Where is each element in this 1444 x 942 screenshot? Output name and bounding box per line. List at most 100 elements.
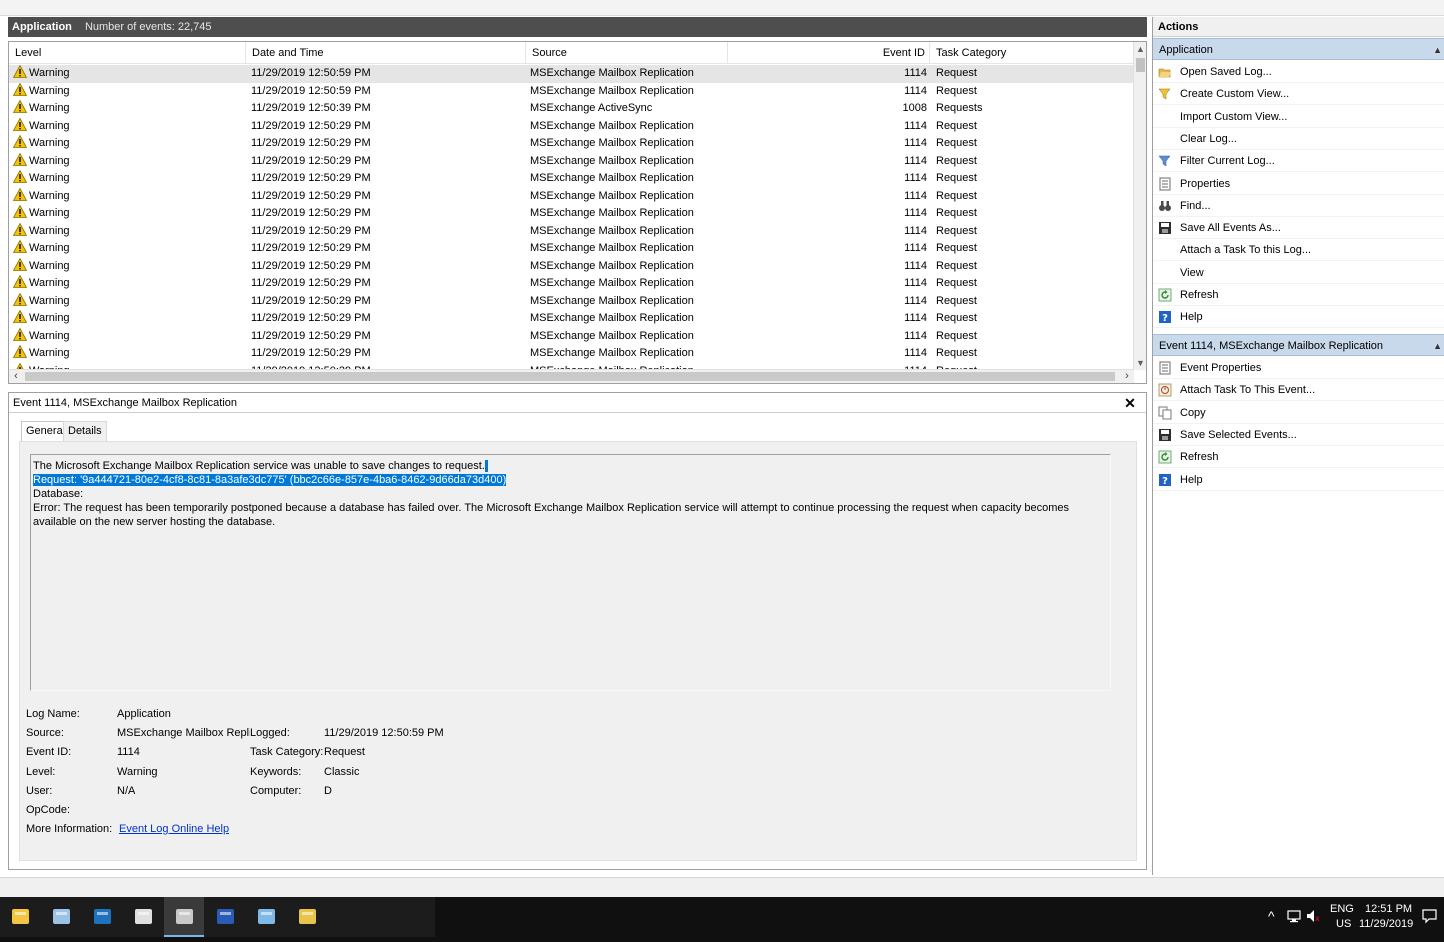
actions-header: Actions <box>1153 17 1444 37</box>
action-open-saved-log[interactable]: Open Saved Log... <box>1153 61 1444 83</box>
column-header-level[interactable]: Level <box>9 42 246 64</box>
cell-date: 11/29/2019 12:50:39 PM <box>251 102 371 114</box>
cell-level: Warning <box>13 257 245 276</box>
action-refresh[interactable]: Refresh <box>1153 446 1444 469</box>
scroll-up-icon[interactable]: ▲ <box>1134 42 1146 56</box>
action-find[interactable]: Find... <box>1153 195 1444 217</box>
horizontal-scrollbar[interactable]: ‹ › <box>9 369 1134 383</box>
action-label: Refresh <box>1180 451 1219 464</box>
clock-date[interactable]: 11/29/2019 <box>1359 918 1413 930</box>
scroll-left-icon[interactable]: ‹ <box>9 370 23 383</box>
action-save-selected-events[interactable]: Save Selected Events... <box>1153 424 1444 446</box>
label-log-name: Log Name: <box>26 708 80 720</box>
actions-section-event[interactable]: Event 1114, MSExchange Mailbox Replicati… <box>1153 334 1444 356</box>
taskbar-app-button[interactable] <box>287 897 327 937</box>
column-header-source[interactable]: Source <box>526 42 728 64</box>
event-log-online-help-link[interactable]: Event Log Online Help <box>119 823 229 835</box>
action-attach-a-task-to-this-log[interactable]: Attach a Task To this Log... <box>1153 239 1444 262</box>
action-help[interactable]: ? Help <box>1153 306 1444 329</box>
actions-section-application[interactable]: Application ▲ <box>1153 38 1444 60</box>
action-import-custom-view[interactable]: Import Custom View... <box>1153 106 1444 128</box>
cell-source: MSExchange Mailbox Replication <box>530 119 694 132</box>
table-row[interactable]: Warning 11/29/2019 12:50:29 PM MSExchange … <box>9 275 1134 293</box>
table-row[interactable]: Warning 11/29/2019 12:50:29 PM MSExchange … <box>9 205 1134 223</box>
taskbar-app-button[interactable] <box>123 897 163 937</box>
taskbar-app-button[interactable] <box>82 897 122 937</box>
cell-task-category: Request <box>936 154 977 167</box>
cell-level: Warning <box>13 82 245 101</box>
cell-source: MSExchange Mailbox Replication <box>530 312 694 324</box>
scroll-right-icon[interactable]: › <box>1120 370 1134 383</box>
action-view[interactable]: View <box>1153 262 1444 284</box>
table-row[interactable]: Warning 11/29/2019 12:50:59 PM MSExchange … <box>9 65 1134 83</box>
event-description[interactable]: The Microsoft Exchange Mailbox Replicati… <box>30 454 1111 691</box>
taskbar-app-button[interactable] <box>164 897 204 937</box>
cell-source: MSExchange Mailbox Replication <box>530 154 694 167</box>
warning-icon <box>13 257 27 271</box>
action-properties[interactable]: Properties <box>1153 173 1444 195</box>
action-filter-current-log[interactable]: Filter Current Log... <box>1153 150 1444 173</box>
column-header-task-category[interactable]: Task Category <box>930 42 1134 64</box>
action-copy[interactable]: Copy <box>1153 402 1444 424</box>
scroll-thumb[interactable] <box>1136 58 1145 72</box>
warning-icon <box>13 345 27 358</box>
column-header-event-id[interactable]: Event ID <box>728 42 930 64</box>
table-row[interactable]: Warning 11/29/2019 12:50:29 PM MSExchange … <box>9 187 1134 206</box>
refresh-icon <box>1158 450 1172 464</box>
taskbar-app-button[interactable] <box>205 897 245 937</box>
table-row[interactable]: Warning 11/29/2019 12:50:29 PM MSExchange … <box>9 257 1134 276</box>
action-create-custom-view[interactable]: Create Custom View... <box>1153 83 1444 106</box>
action-event-properties[interactable]: Event Properties <box>1153 357 1444 379</box>
table-row[interactable]: Warning 11/29/2019 12:50:29 PM MSExchange … <box>9 152 1134 171</box>
table-row[interactable]: Warning 11/29/2019 12:50:29 PM MSExchange … <box>9 310 1134 328</box>
cell-task-category: Request <box>936 329 977 342</box>
cell-level: Warning <box>13 100 245 118</box>
action-refresh[interactable]: Refresh <box>1153 284 1444 306</box>
action-label: Attach Task To This Event... <box>1180 384 1316 397</box>
taskbar-app-button[interactable] <box>0 897 40 937</box>
table-row[interactable]: Warning 11/29/2019 12:50:29 PM MSExchange … <box>9 292 1134 311</box>
table-row[interactable]: Warning 11/29/2019 12:50:29 PM MSExchange … <box>9 222 1134 241</box>
hscroll-thumb[interactable] <box>25 372 1115 381</box>
table-row[interactable]: Warning 11/29/2019 12:50:29 PM MSExchange … <box>9 345 1134 363</box>
help-icon: ? <box>1159 473 1171 487</box>
event-count: Number of events: 22,745 <box>84 21 212 33</box>
cell-event-id: 1114 <box>904 119 927 132</box>
action-save-all-events-as[interactable]: Save All Events As... <box>1153 217 1444 240</box>
events-list[interactable]: Level Date and Time Source Event ID Task… <box>8 41 1147 384</box>
collapse-caret-icon[interactable]: ▲ <box>1433 39 1442 61</box>
action-attach-task-to-this-event[interactable]: Attach Task To This Event... <box>1153 379 1444 402</box>
action-help[interactable]: ? Help <box>1153 469 1444 491</box>
table-row[interactable]: Warning 11/29/2019 12:50:29 PM MSExchange … <box>9 327 1134 346</box>
table-row[interactable]: Warning 11/29/2019 12:50:29 PM MSExchange … <box>9 170 1134 188</box>
network-icon[interactable] <box>1287 910 1303 923</box>
actions-pane: Actions Application ▲ Open Saved Log... C… <box>1152 17 1444 875</box>
table-row[interactable]: Warning 11/29/2019 12:50:39 PM MSExchange … <box>9 100 1134 118</box>
collapse-caret-icon[interactable]: ▲ <box>1433 335 1442 357</box>
table-row[interactable]: Warning 11/29/2019 12:50:29 PM MSExchange … <box>9 135 1134 153</box>
event-viewer-icon <box>176 909 193 924</box>
vertical-scrollbar[interactable]: ▲ ▼ <box>1133 42 1146 370</box>
table-row[interactable]: Warning 11/29/2019 12:50:59 PM MSExchange … <box>9 82 1134 101</box>
clock-time[interactable]: 12:51 PM <box>1365 903 1412 915</box>
cell-level: Warning <box>13 187 245 206</box>
region-label[interactable]: US <box>1336 918 1351 930</box>
copy-icon <box>1158 406 1172 420</box>
taskbar-app-button[interactable] <box>41 897 81 937</box>
svg-text:x: x <box>1315 914 1320 923</box>
table-row[interactable]: Warning 11/29/2019 12:50:29 PM MSExchange … <box>9 240 1134 258</box>
table-row[interactable]: Warning 11/29/2019 12:50:29 PM MSExchange … <box>9 117 1134 136</box>
column-header-date[interactable]: Date and Time <box>246 42 526 64</box>
action-clear-log[interactable]: Clear Log... <box>1153 128 1444 150</box>
tray-chevron-icon[interactable]: ^ <box>1268 908 1275 924</box>
close-icon[interactable]: ✕ <box>1122 394 1138 412</box>
taskbar-app-button[interactable] <box>246 897 286 937</box>
scroll-down-icon[interactable]: ▼ <box>1134 356 1146 370</box>
action-label: Refresh <box>1180 289 1219 301</box>
language-label[interactable]: ENG <box>1330 903 1354 915</box>
notifications-icon[interactable] <box>1422 909 1437 924</box>
cell-date: 11/29/2019 12:50:29 PM <box>251 347 371 359</box>
tab-details[interactable]: Details <box>63 421 107 441</box>
warning-icon <box>13 117 27 131</box>
volume-muted-icon[interactable]: x <box>1306 909 1322 923</box>
